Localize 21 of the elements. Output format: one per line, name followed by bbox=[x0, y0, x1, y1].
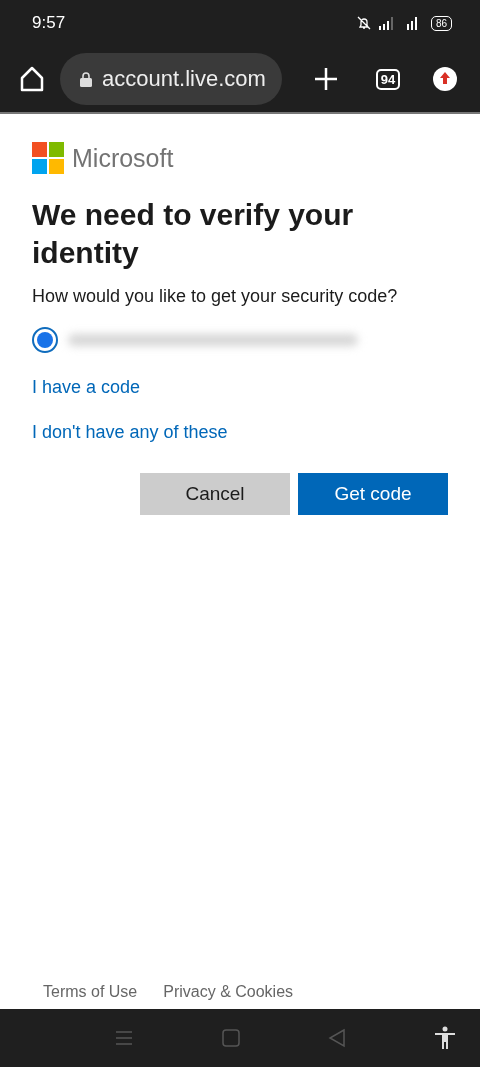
radio-button[interactable] bbox=[32, 327, 58, 353]
battery-level: 86 bbox=[430, 15, 452, 31]
brand-name: Microsoft bbox=[72, 143, 174, 173]
cancel-button[interactable]: Cancel bbox=[140, 473, 290, 515]
page-title: We need to verify your identity bbox=[32, 197, 355, 271]
status-time: 9:57 bbox=[32, 13, 66, 33]
option-link[interactable]: I don't have any of these bbox=[32, 422, 228, 443]
footer-link[interactable]: Privacy & Cookies bbox=[163, 983, 294, 1001]
address-bar[interactable]: account.live.com bbox=[60, 53, 282, 105]
footer-link[interactable]: Terms of Use bbox=[43, 983, 138, 1001]
home-icon[interactable] bbox=[18, 65, 46, 93]
plus-icon[interactable] bbox=[313, 67, 338, 91]
option-link[interactable]: I have a code bbox=[32, 377, 141, 398]
get-code-button[interactable]: Get code bbox=[298, 473, 448, 515]
microsoft-logo-icon bbox=[32, 142, 64, 174]
question-text: How would you like to get your security code? bbox=[32, 286, 399, 307]
tab-count-button[interactable]: 94 bbox=[375, 68, 401, 90]
accessibility-icon[interactable] bbox=[434, 1026, 456, 1050]
url-text: account.live.com bbox=[102, 66, 266, 92]
lock-icon bbox=[80, 71, 92, 87]
bell-off-icon bbox=[356, 16, 371, 30]
